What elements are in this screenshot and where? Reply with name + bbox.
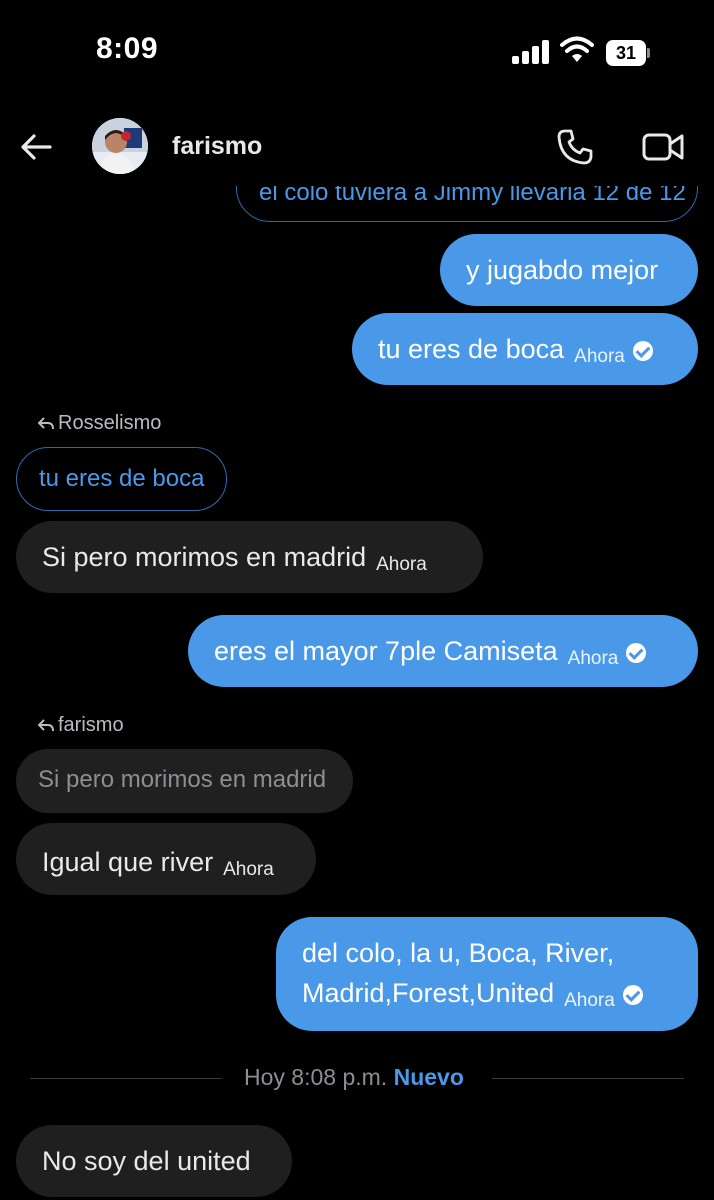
chat-header: farismo bbox=[0, 110, 714, 186]
message-time: Ahora bbox=[567, 648, 619, 669]
contact-name[interactable]: farismo bbox=[172, 132, 262, 161]
divider-line bbox=[492, 1078, 684, 1079]
reply-label: Rosselismo bbox=[37, 412, 161, 435]
message-outgoing[interactable]: tu eres de boca Ahora bbox=[352, 313, 698, 385]
message-incoming[interactable]: No soy del united bbox=[16, 1125, 292, 1197]
message-outgoing[interactable]: y jugabdo mejor bbox=[440, 234, 698, 306]
message-text: y jugabdo mejor bbox=[466, 255, 659, 285]
video-icon[interactable] bbox=[642, 130, 684, 164]
message-time: Ahora bbox=[574, 346, 625, 367]
message-text-line: Madrid,Forest,United bbox=[302, 978, 555, 1008]
reply-icon bbox=[37, 719, 54, 732]
signal-icon bbox=[512, 40, 550, 64]
message-text: eres el mayor 7ple Camiseta bbox=[214, 636, 558, 666]
message-incoming[interactable]: Si pero morimos en madrid Ahora bbox=[16, 521, 483, 593]
reply-label: farismo bbox=[37, 714, 124, 737]
message-incoming[interactable]: Igual que river Ahora bbox=[16, 823, 316, 895]
status-bar: 8:09 31 bbox=[0, 0, 714, 100]
message-outgoing[interactable]: eres el mayor 7ple Camiseta Ahora bbox=[188, 615, 698, 687]
read-check-icon bbox=[632, 341, 653, 361]
message-text-line: del colo, la u, Boca, River, bbox=[302, 938, 615, 968]
wifi-icon bbox=[560, 36, 594, 62]
battery-icon: 31 bbox=[606, 40, 650, 66]
quoted-message[interactable]: Si pero morimos en madrid bbox=[16, 749, 353, 813]
message-time: Ahora bbox=[564, 990, 615, 1011]
message-outgoing[interactable]: del colo, la u, Boca, River, Madrid,Fore… bbox=[276, 917, 698, 1031]
new-label: Nuevo bbox=[393, 1064, 464, 1090]
phone-icon[interactable] bbox=[556, 128, 594, 166]
message-text: No soy del united bbox=[42, 1146, 251, 1176]
message-text: Si pero morimos en madrid bbox=[42, 542, 367, 572]
message-text: tu eres de boca bbox=[378, 334, 565, 364]
back-arrow-icon[interactable] bbox=[18, 128, 56, 166]
message-text: Igual que river bbox=[42, 847, 214, 877]
battery-level: 31 bbox=[606, 40, 646, 66]
read-check-icon bbox=[626, 643, 647, 663]
message-time: Ahora bbox=[223, 859, 274, 880]
avatar[interactable] bbox=[92, 118, 148, 174]
quoted-message[interactable]: tu eres de boca bbox=[16, 447, 227, 511]
new-messages-divider: Hoy 8:08 p.m. Nuevo bbox=[30, 1064, 684, 1094]
avatar-image bbox=[92, 118, 148, 174]
status-time: 8:09 bbox=[96, 32, 159, 65]
read-check-icon bbox=[622, 985, 643, 1005]
divider-line bbox=[30, 1078, 222, 1079]
divider-date: Hoy 8:08 p.m. bbox=[244, 1064, 388, 1090]
message-time: Ahora bbox=[376, 554, 427, 575]
reply-icon bbox=[37, 417, 54, 430]
